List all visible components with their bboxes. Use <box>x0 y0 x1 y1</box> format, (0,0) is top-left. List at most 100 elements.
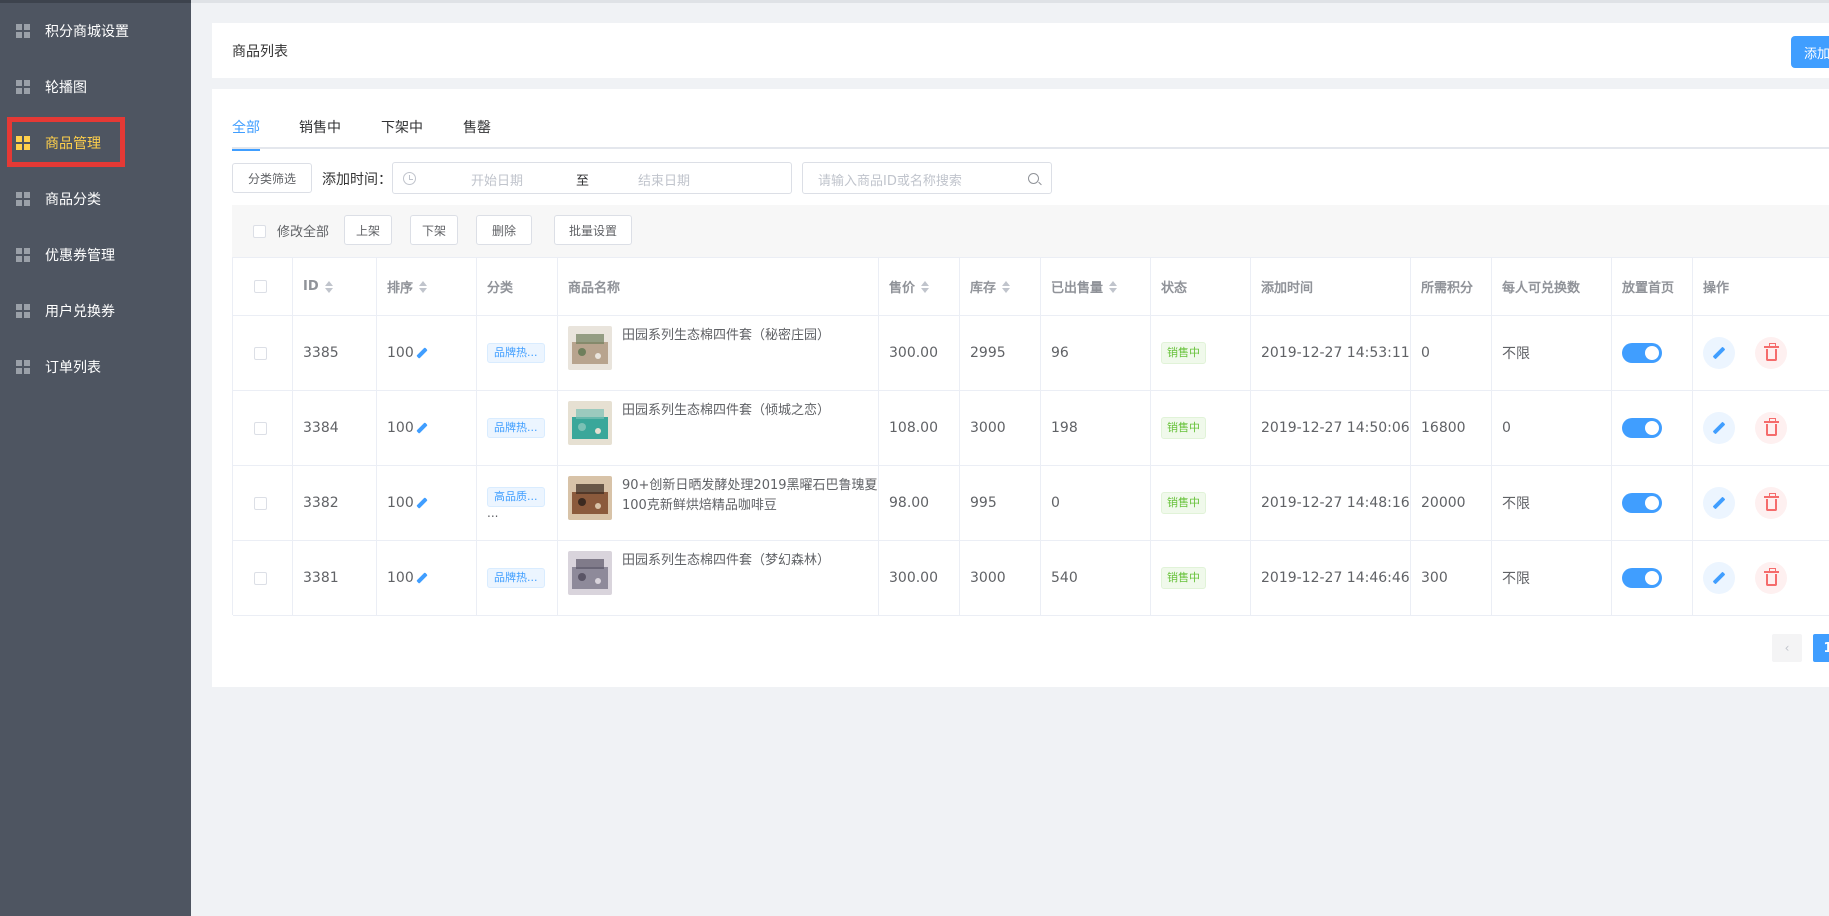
tab-on-sale[interactable]: 销售中 <box>299 117 341 149</box>
unpublish-button[interactable]: 下架 <box>410 215 458 245</box>
sidebar-item-product-management[interactable]: 商品管理 <box>0 115 191 171</box>
sidebar-item-order-list[interactable]: 订单列表 <box>0 339 191 395</box>
sidebar-item-label: 商品管理 <box>45 136 101 152</box>
sort-icon[interactable] <box>1109 280 1118 293</box>
row-checkbox[interactable] <box>254 421 267 435</box>
table-row: 3385 100 品牌热... 田园系列生态棉四件套（秘密庄园） 300.00 … <box>233 316 1829 391</box>
range-separator: 至 <box>576 174 590 189</box>
cell-id: 3384 <box>293 391 377 465</box>
cell-category: 品牌热... <box>477 316 558 390</box>
edit-button[interactable] <box>1703 337 1735 369</box>
delete-row-button[interactable] <box>1755 487 1787 519</box>
top-strip <box>191 0 1829 3</box>
end-date-placeholder[interactable]: 结束日期 <box>638 170 690 189</box>
page-title: 商品列表 <box>232 43 288 60</box>
row-checkbox[interactable] <box>254 346 267 360</box>
sort-icon[interactable] <box>419 280 428 293</box>
cell-home <box>1612 541 1693 615</box>
home-toggle[interactable] <box>1622 568 1662 588</box>
edit-sort-icon[interactable] <box>416 347 428 359</box>
cell-id: 3382 <box>293 466 377 540</box>
add-time-label: 添加时间： <box>322 172 392 188</box>
column-label: 操作 <box>1703 281 1730 296</box>
sidebar-item-carousel[interactable]: 轮播图 <box>0 59 191 115</box>
edit-sort-icon[interactable] <box>416 572 428 584</box>
sort-icon[interactable] <box>324 280 333 293</box>
cell-price: 108.00 <box>879 391 960 465</box>
edit-sort-icon[interactable] <box>416 497 428 509</box>
column-header-id[interactable]: ID <box>293 258 377 315</box>
sidebar-item-label: 积分商城设置 <box>45 24 129 40</box>
cell-added-time: 2019-12-27 14:50:06 <box>1251 391 1411 465</box>
home-toggle[interactable] <box>1622 343 1662 363</box>
column-header-name: 商品名称 <box>558 258 879 315</box>
sort-icon[interactable] <box>921 280 930 293</box>
sidebar-item-product-category[interactable]: 商品分类 <box>0 171 191 227</box>
row-select-cell <box>233 316 293 390</box>
table-row: 3384 100 品牌热... 田园系列生态棉四件套（倾城之恋） 108.00 … <box>233 391 1829 466</box>
category-more: ... <box>487 506 499 520</box>
select-all-label: 修改全部 <box>277 225 330 240</box>
cell-sold: 198 <box>1041 391 1151 465</box>
delete-button[interactable]: 删除 <box>476 215 532 245</box>
sort-icon[interactable] <box>1002 280 1011 293</box>
column-header-added: 添加时间 <box>1251 258 1411 315</box>
edit-button[interactable] <box>1703 562 1735 594</box>
sidebar-item-coupon-management[interactable]: 优惠券管理 <box>0 227 191 283</box>
page-1-button[interactable]: 1 <box>1813 634 1829 662</box>
column-label: 添加时间 <box>1261 281 1314 296</box>
row-checkbox[interactable] <box>254 496 267 510</box>
header-checkbox[interactable] <box>254 280 267 293</box>
cell-stock: 995 <box>960 466 1041 540</box>
cell-actions <box>1693 541 1829 615</box>
status-badge: 销售中 <box>1161 567 1206 589</box>
publish-button[interactable]: 上架 <box>344 215 392 245</box>
delete-row-button[interactable] <box>1755 412 1787 444</box>
column-label: 所需积分 <box>1421 281 1474 296</box>
row-checkbox[interactable] <box>254 571 267 585</box>
search-input[interactable]: 请输入商品ID或名称搜索 <box>802 162 1052 194</box>
product-thumbnail <box>568 326 612 370</box>
delete-row-button[interactable] <box>1755 337 1787 369</box>
select-all-checkbox[interactable] <box>253 225 266 238</box>
tab-all[interactable]: 全部 <box>232 117 260 151</box>
edit-button[interactable] <box>1703 412 1735 444</box>
home-toggle[interactable] <box>1622 418 1662 438</box>
column-header-price[interactable]: 售价 <box>879 258 960 315</box>
cell-product-name: 田园系列生态棉四件套（倾城之恋） <box>558 391 879 465</box>
search-icon[interactable] <box>1028 173 1039 184</box>
batch-action-bar: 修改全部 上架 下架 删除 批量设置 <box>232 205 1829 257</box>
batch-settings-button[interactable]: 批量设置 <box>554 215 632 245</box>
grid-icon <box>16 136 30 150</box>
edit-button[interactable] <box>1703 487 1735 519</box>
column-header-stock[interactable]: 库存 <box>960 258 1041 315</box>
start-date-placeholder[interactable]: 开始日期 <box>471 170 523 189</box>
tab-label: 全部 <box>232 120 260 136</box>
grid-icon <box>16 304 30 318</box>
cell-sort[interactable]: 100 <box>377 466 477 540</box>
tab-sold-out[interactable]: 售罄 <box>463 117 491 149</box>
column-header-home: 放置首页 <box>1612 258 1693 315</box>
sidebar-item-mall-settings[interactable]: 积分商城设置 <box>0 3 191 59</box>
add-product-button[interactable]: 添加 <box>1791 36 1829 68</box>
delete-row-button[interactable] <box>1755 562 1787 594</box>
cell-sort[interactable]: 100 <box>377 541 477 615</box>
tab-off-shelf[interactable]: 下架中 <box>381 117 423 149</box>
prev-page-button[interactable]: ‹ <box>1772 634 1802 662</box>
cell-sort[interactable]: 100 <box>377 316 477 390</box>
column-label: 商品名称 <box>568 281 621 296</box>
cell-limit: 不限 <box>1492 316 1612 390</box>
column-header-sold[interactable]: 已出售量 <box>1041 258 1151 315</box>
trash-icon <box>1763 342 1779 361</box>
sidebar-item-label: 优惠券管理 <box>45 248 115 264</box>
cell-sort[interactable]: 100 <box>377 391 477 465</box>
category-filter-button[interactable]: 分类筛选 <box>232 163 312 193</box>
sidebar-item-user-coupons[interactable]: 用户兑换券 <box>0 283 191 339</box>
table-header-row: ID 排序 分类 商品名称 售价 库存 已出售量 状态 添加时间 所需积分 每人… <box>233 258 1829 316</box>
column-header-sort[interactable]: 排序 <box>377 258 477 315</box>
date-range-picker[interactable]: 开始日期 至 结束日期 <box>392 162 792 194</box>
home-toggle[interactable] <box>1622 493 1662 513</box>
edit-sort-icon[interactable] <box>416 422 428 434</box>
column-label: 库存 <box>970 281 997 296</box>
category-tag: 品牌热... <box>487 568 545 588</box>
